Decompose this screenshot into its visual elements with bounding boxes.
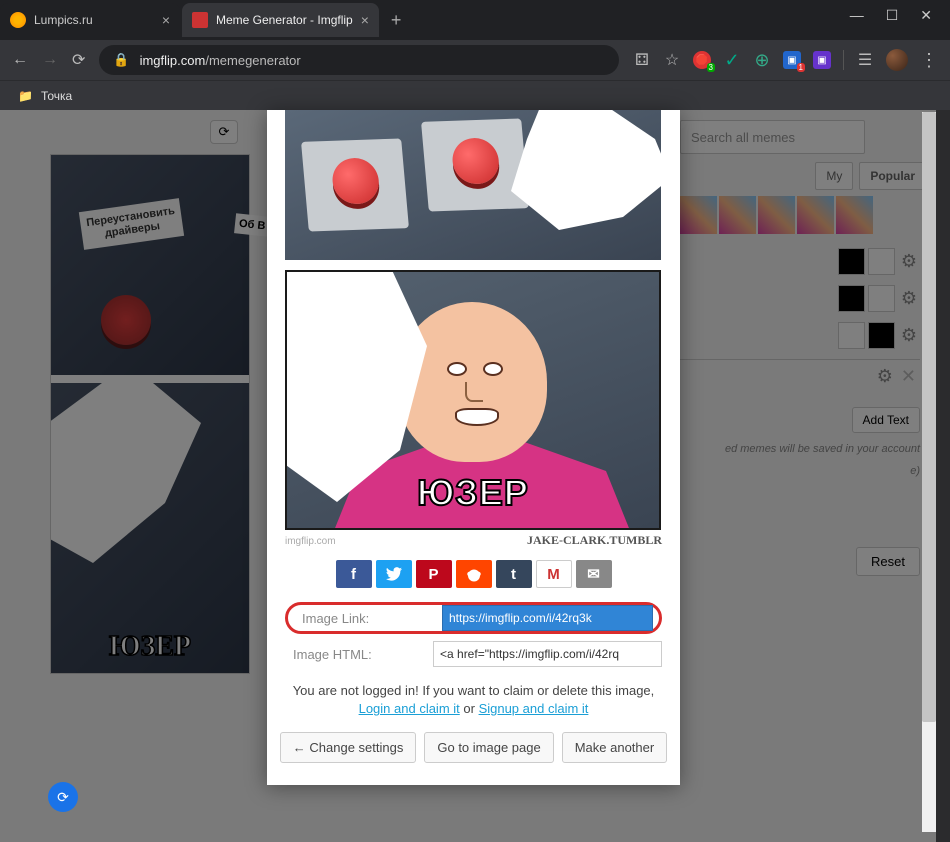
bookmarks-bar: 📁 Точка — [0, 80, 950, 110]
image-html-row: Image HTML: — [285, 638, 662, 670]
panel-top — [285, 110, 661, 260]
modal-image: ЮЗЕР JAKE-CLARK.TUMBLR imgflip.com — [267, 110, 680, 550]
lock-icon: 🔒 — [113, 52, 129, 68]
image-link-input[interactable] — [442, 605, 653, 631]
ext-icon[interactable]: ▣1 — [783, 51, 801, 69]
share-pinterest-button[interactable]: P — [416, 560, 452, 588]
url-host: imgflip.com — [140, 53, 206, 68]
credit-text: JAKE-CLARK.TUMBLR — [527, 533, 662, 548]
share-twitter-button[interactable] — [376, 560, 412, 588]
reading-list-icon[interactable]: ☰ — [856, 51, 874, 69]
forward-icon: → — [42, 51, 58, 69]
folder-icon: 📁 — [18, 89, 33, 103]
share-tumblr-button[interactable]: t — [496, 560, 532, 588]
signup-claim-link[interactable]: Signup and claim it — [479, 701, 589, 716]
change-settings-button[interactable]: ← Change settings — [280, 732, 417, 763]
meme-caption: ЮЗЕР — [417, 472, 529, 514]
image-html-label: Image HTML: — [285, 647, 423, 662]
share-gmail-button[interactable]: M — [536, 560, 572, 588]
bookmark-item[interactable]: Точка — [41, 89, 72, 103]
star-icon[interactable]: ☆ — [663, 51, 681, 69]
adblock-icon[interactable]: 🛑3 — [693, 51, 711, 69]
avatar[interactable] — [886, 49, 908, 71]
share-facebook-button[interactable]: f — [336, 560, 372, 588]
window-titlebar: Lumpics.ru × Meme Generator - Imgflip × … — [0, 0, 950, 40]
close-icon[interactable]: × — [162, 12, 170, 28]
globe-icon[interactable]: ⊕ — [753, 51, 771, 69]
check-icon[interactable]: ✓ — [723, 51, 741, 69]
minimize-icon[interactable]: — — [850, 7, 864, 24]
share-modal: ЮЗЕР JAKE-CLARK.TUMBLR imgflip.com f P t… — [267, 110, 680, 785]
panel-bottom: ЮЗЕР — [285, 270, 661, 530]
reload-icon[interactable]: ⟳ — [72, 50, 85, 70]
go-to-image-button[interactable]: Go to image page — [424, 732, 553, 763]
link-table: Image Link: Image HTML: — [285, 602, 662, 670]
image-link-row: Image Link: — [285, 602, 662, 634]
extensions-area: ⚃ ☆ 🛑3 ✓ ⊕ ▣1 ▣ ☰ ⋮ — [633, 49, 938, 71]
modal-buttons: ← Change settings Go to image page Make … — [267, 726, 680, 769]
share-buttons: f P t M ✉ — [267, 550, 680, 598]
assist-fab[interactable]: ⟳ — [48, 782, 78, 812]
share-reddit-button[interactable] — [456, 560, 492, 588]
share-email-button[interactable]: ✉ — [576, 560, 612, 588]
close-window-icon[interactable]: ✕ — [920, 7, 932, 24]
image-html-input[interactable] — [433, 641, 662, 667]
tab-lumpics[interactable]: Lumpics.ru × — [0, 3, 180, 37]
tab-title: Meme Generator - Imgflip — [216, 13, 353, 27]
menu-icon[interactable]: ⋮ — [920, 50, 938, 71]
url-input[interactable]: 🔒 imgflip.com/memegenerator — [99, 45, 619, 75]
tab-imgflip[interactable]: Meme Generator - Imgflip × — [182, 3, 379, 37]
make-another-button[interactable]: Make another — [562, 732, 668, 763]
login-claim-link[interactable]: Login and claim it — [359, 701, 460, 716]
page-content: ⟳ Переустановить драйверы Об В ЮЗЕР Sear… — [0, 110, 950, 842]
ext-icon[interactable]: ▣ — [813, 51, 831, 69]
url-path: /memegenerator — [205, 53, 300, 68]
address-bar: ← → ⟳ 🔒 imgflip.com/memegenerator ⚃ ☆ 🛑3… — [0, 40, 950, 80]
new-tab-button[interactable]: + — [381, 10, 412, 31]
tab-strip: Lumpics.ru × Meme Generator - Imgflip × … — [0, 0, 411, 40]
hand-graphic — [511, 110, 661, 230]
window-controls: — ☐ ✕ — [850, 7, 950, 40]
login-message: You are not logged in! If you want to cl… — [267, 674, 680, 726]
favicon-icon — [10, 12, 26, 28]
separator — [843, 50, 844, 70]
page-scrollbar[interactable] — [922, 112, 936, 832]
tab-title: Lumpics.ru — [34, 13, 93, 27]
watermark: imgflip.com — [285, 536, 336, 547]
close-icon[interactable]: × — [361, 12, 369, 28]
image-link-label: Image Link: — [294, 611, 432, 626]
translate-icon[interactable]: ⚃ — [633, 51, 651, 69]
back-icon[interactable]: ← — [12, 51, 28, 69]
browser-scrollbar[interactable] — [936, 110, 950, 842]
maximize-icon[interactable]: ☐ — [886, 7, 899, 24]
favicon-icon — [192, 12, 208, 28]
